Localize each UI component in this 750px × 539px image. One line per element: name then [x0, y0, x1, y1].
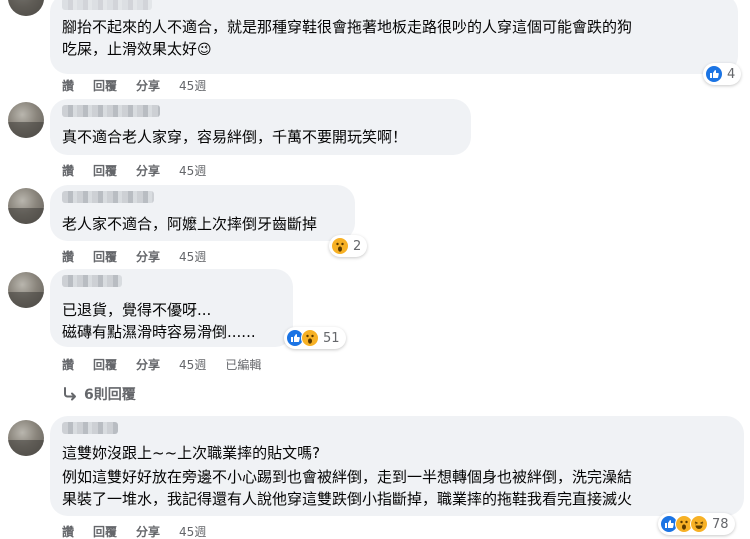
avatar[interactable]	[8, 420, 44, 456]
comment-text-line: 吃屎，止滑效果太好😉	[62, 38, 212, 61]
timestamp[interactable]: 45週	[179, 523, 206, 539]
share-link[interactable]: 分享	[136, 523, 160, 539]
commenter-name[interactable]	[62, 275, 122, 287]
comment-text-line: 已退貨，覺得不優呀...	[62, 301, 212, 319]
wink-emoji: 😉	[197, 42, 212, 58]
share-link[interactable]: 分享	[136, 162, 160, 179]
comment-text: 吃屎，止滑效果太好	[62, 40, 198, 58]
share-link[interactable]: 分享	[136, 77, 160, 94]
reply-link[interactable]: 回覆	[93, 356, 117, 373]
comment-bubble: 已退貨，覺得不優呀... 磁磚有點濕滑時容易滑倒......	[50, 269, 293, 347]
commenter-name[interactable]	[62, 422, 118, 434]
comment-actions: 讚 回覆 分享 45週	[62, 77, 206, 94]
comment-bubble: 腳抬不起來的人不適合，就是那種穿鞋很會拖著地板走路很吵的人穿這個可能會跌的狗 吃…	[50, 0, 738, 74]
avatar[interactable]	[8, 188, 44, 224]
like-link[interactable]: 讚	[62, 77, 74, 94]
like-reaction-icon	[705, 65, 723, 83]
wow-reaction-icon	[331, 237, 349, 255]
reply-link[interactable]: 回覆	[93, 77, 117, 94]
commenter-name[interactable]	[62, 105, 160, 117]
comment-actions: 讚 回覆 分享 45週	[62, 248, 206, 265]
reaction-count: 78	[712, 516, 729, 532]
commenter-name[interactable]	[62, 191, 154, 203]
avatar[interactable]	[8, 272, 44, 308]
comment-actions: 讚 回覆 分享 45週	[62, 523, 206, 539]
comment-bubble: 真不適合老人家穿，容易絆倒，千萬不要開玩笑啊！	[50, 99, 471, 155]
comment-actions: 讚 回覆 分享 45週	[62, 162, 206, 179]
comment-text-line: 老人家不適合，阿嬤上次摔倒牙齒斷掉	[62, 215, 318, 233]
reaction-summary[interactable]: 2	[329, 235, 368, 257]
comment-actions: 讚 回覆 分享 45週 已編輯	[62, 356, 261, 373]
wow-reaction-icon	[301, 329, 319, 347]
comment-text-line: 真不適合老人家穿，容易絆倒，千萬不要開玩笑啊！	[62, 128, 408, 146]
timestamp[interactable]: 45週	[179, 356, 206, 373]
comment-text-line: 果裝了一堆水，我記得還有人說他穿這雙跌倒小指斷掉，職業摔的拖鞋我看完直接滅火	[62, 490, 633, 508]
comment-text-line: 磁磚有點濕滑時容易滑倒......	[62, 323, 256, 341]
share-link[interactable]: 分享	[136, 248, 160, 265]
reply-arrow-icon	[64, 387, 76, 401]
reaction-count: 2	[353, 238, 362, 254]
reply-link[interactable]: 回覆	[93, 162, 117, 179]
commenter-name[interactable]	[62, 0, 152, 10]
replies-count-label: 6則回覆	[84, 387, 136, 403]
reaction-count: 4	[727, 66, 736, 82]
comment-bubble: 老人家不適合，阿嬤上次摔倒牙齒斷掉	[50, 185, 355, 241]
comment-bubble: 這雙妳沒跟上~~上次職業摔的貼文嗎? 例如這雙好好放在旁邊不小心踢到也會被絆倒，…	[50, 416, 744, 516]
reaction-count: 51	[323, 330, 340, 346]
timestamp[interactable]: 45週	[179, 77, 206, 94]
reaction-summary[interactable]: 4	[703, 63, 742, 85]
reply-link[interactable]: 回覆	[93, 248, 117, 265]
view-replies-link[interactable]: 6則回覆	[62, 384, 136, 404]
like-link[interactable]: 讚	[62, 162, 74, 179]
haha-reaction-icon	[690, 515, 708, 533]
reaction-summary[interactable]: 78	[658, 513, 735, 535]
reply-link[interactable]: 回覆	[93, 523, 117, 539]
edited-label[interactable]: 已編輯	[225, 356, 261, 373]
reaction-summary[interactable]: 51	[284, 327, 346, 349]
timestamp[interactable]: 45週	[179, 162, 206, 179]
comment-text-line: 這雙妳沒跟上~~上次職業摔的貼文嗎?	[62, 444, 321, 462]
timestamp[interactable]: 45週	[179, 248, 206, 265]
comment-text-line: 例如這雙好好放在旁邊不小心踢到也會被絆倒，走到一半想轉個身也被絆倒，洗完澡結	[62, 468, 633, 486]
like-link[interactable]: 讚	[62, 356, 74, 373]
avatar[interactable]	[8, 0, 44, 16]
avatar[interactable]	[8, 102, 44, 138]
like-link[interactable]: 讚	[62, 523, 74, 539]
like-link[interactable]: 讚	[62, 248, 74, 265]
share-link[interactable]: 分享	[136, 356, 160, 373]
comment-text-line: 腳抬不起來的人不適合，就是那種穿鞋很會拖著地板走路很吵的人穿這個可能會跌的狗	[62, 18, 633, 36]
